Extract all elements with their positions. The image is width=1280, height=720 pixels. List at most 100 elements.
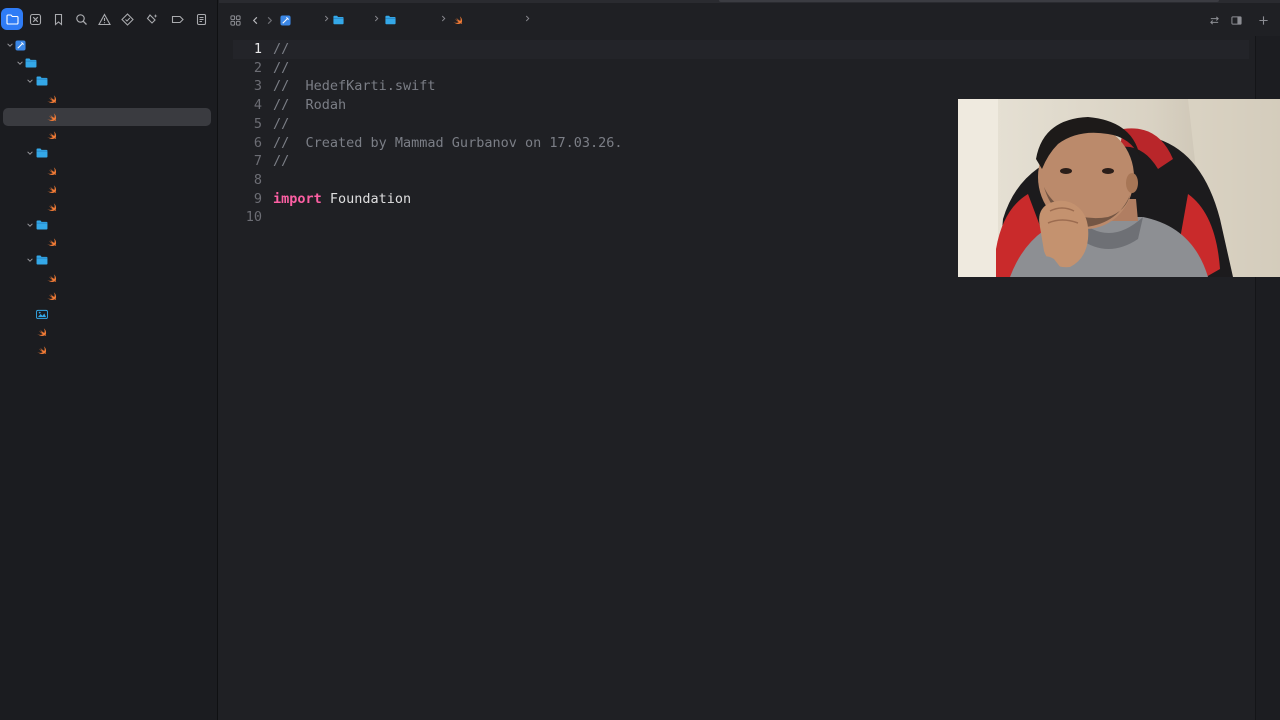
code-line[interactable]: // Created by Mammad Gurbanov on 17.03.2…	[273, 134, 623, 153]
xcode-window: 1 2 3 4 5 6 7 8 9 10 // // // HedefKarti.swift // Ro…	[0, 0, 1280, 720]
line-number: 7	[253, 153, 262, 170]
line-number: 1	[253, 41, 262, 57]
breadcrumb-item[interactable]	[385, 13, 400, 27]
grid-icon[interactable]	[228, 13, 242, 27]
swift-file-icon	[45, 93, 58, 105]
current-line-highlight	[233, 40, 1249, 59]
swift-file-icon	[45, 201, 58, 213]
chevron-down-icon[interactable]	[25, 148, 35, 158]
navigator-item[interactable]	[3, 36, 211, 54]
breadcrumb-item[interactable]	[333, 13, 348, 27]
navigator-item[interactable]	[3, 198, 211, 216]
navigator-item[interactable]	[3, 180, 211, 198]
breadcrumb-separator-icon	[324, 13, 329, 27]
folder-icon[interactable]	[1, 8, 23, 30]
window-top-edge	[219, 0, 1280, 3]
test-icon[interactable]	[141, 8, 163, 30]
navigator-item[interactable]	[3, 90, 211, 108]
bookmark-icon[interactable]	[47, 8, 69, 30]
title-bar-segment	[719, 0, 1219, 2]
line-number: 2	[253, 59, 262, 76]
folder-icon	[35, 254, 48, 266]
swift-file-icon	[45, 111, 58, 123]
navigator-item[interactable]	[3, 107, 211, 126]
diamond-icon[interactable]	[116, 8, 138, 30]
navigator-item[interactable]	[3, 54, 211, 72]
navigator-item[interactable]	[3, 162, 211, 180]
line-number: 6	[253, 134, 262, 151]
xcode-project-icon	[280, 14, 291, 26]
folder-icon	[385, 15, 396, 25]
code-line[interactable]: // HedefKarti.swift	[273, 77, 436, 96]
breakpoint-icon[interactable]	[166, 8, 188, 30]
comment-token: //	[273, 59, 290, 76]
comment-token: // HedefKarti.swift	[273, 78, 436, 95]
navigator-item[interactable]	[3, 287, 211, 305]
navigator-item[interactable]	[3, 233, 211, 251]
navigator-item[interactable]	[3, 305, 211, 323]
breadcrumb-item[interactable]	[452, 13, 467, 27]
navigator-item[interactable]	[3, 269, 211, 287]
inspector-toggle-icon[interactable]	[1229, 13, 1243, 27]
code-line[interactable]: import Foundation	[273, 190, 411, 209]
navigator-item[interactable]	[3, 144, 211, 162]
swift-file-icon	[45, 272, 58, 284]
line-number: 3	[253, 78, 262, 95]
keyword-token: import	[273, 190, 322, 207]
navigator-item[interactable]	[3, 251, 211, 269]
line-number: 8	[253, 171, 262, 188]
add-editor-icon[interactable]	[1256, 13, 1270, 27]
comment-token: //	[273, 115, 290, 132]
code-line[interactable]: //	[273, 115, 289, 134]
breadcrumb-separator-icon	[441, 13, 446, 27]
navigator-toolbar	[0, 8, 218, 32]
xcode-project-icon	[14, 39, 27, 51]
code-line[interactable]: // Rodah	[273, 96, 346, 115]
warning-icon[interactable]	[93, 8, 115, 30]
comment-token: //	[273, 153, 290, 170]
navigator-item[interactable]	[3, 216, 211, 234]
breadcrumb-item[interactable]	[280, 13, 295, 27]
code-line[interactable]: //	[273, 40, 289, 59]
swift-file-icon	[45, 165, 58, 177]
swift-file-icon	[45, 236, 58, 248]
swift-file-icon	[45, 290, 58, 302]
x-square-icon[interactable]	[24, 8, 46, 30]
jump-bar	[219, 8, 1280, 32]
swift-file-icon	[35, 344, 48, 356]
report-icon[interactable]	[190, 8, 212, 30]
comment-token: // Rodah	[273, 97, 347, 114]
chevron-down-icon[interactable]	[25, 76, 35, 86]
webcam-person-image	[958, 99, 1280, 277]
comment-token: //	[273, 41, 290, 57]
folder-icon	[35, 75, 48, 87]
code-line[interactable]: //	[273, 152, 289, 171]
line-number: 9	[253, 190, 262, 207]
identifier-token: Foundation	[321, 190, 412, 207]
comment-token: // Created by Mammad Gurbanov on 17.03.2…	[273, 134, 623, 151]
chevron-down-icon[interactable]	[25, 220, 35, 230]
folder-icon	[24, 57, 37, 69]
navigator-item[interactable]	[3, 72, 211, 90]
webcam-overlay	[958, 99, 1280, 277]
folder-icon	[35, 219, 48, 231]
navigator-item[interactable]	[3, 341, 211, 359]
breadcrumb-separator-icon	[525, 13, 530, 27]
line-number: 4	[253, 97, 262, 114]
navigator-item[interactable]	[3, 323, 211, 341]
project-navigator	[0, 0, 218, 720]
navigator-item[interactable]	[3, 126, 211, 144]
back-chevron-icon[interactable]	[248, 13, 262, 27]
swap-arrows-icon[interactable]	[1207, 13, 1221, 27]
line-number: 5	[253, 115, 262, 132]
swift-file-icon	[45, 183, 58, 195]
breadcrumb-separator-icon	[374, 13, 379, 27]
swift-file-icon	[452, 15, 463, 25]
swift-file-icon	[45, 129, 58, 141]
forward-chevron-icon[interactable]	[262, 13, 276, 27]
folder-icon	[333, 15, 344, 25]
code-line[interactable]: //	[273, 59, 289, 78]
search-icon[interactable]	[70, 8, 92, 30]
chevron-down-icon[interactable]	[25, 255, 35, 265]
asset-catalog-icon	[35, 308, 48, 320]
